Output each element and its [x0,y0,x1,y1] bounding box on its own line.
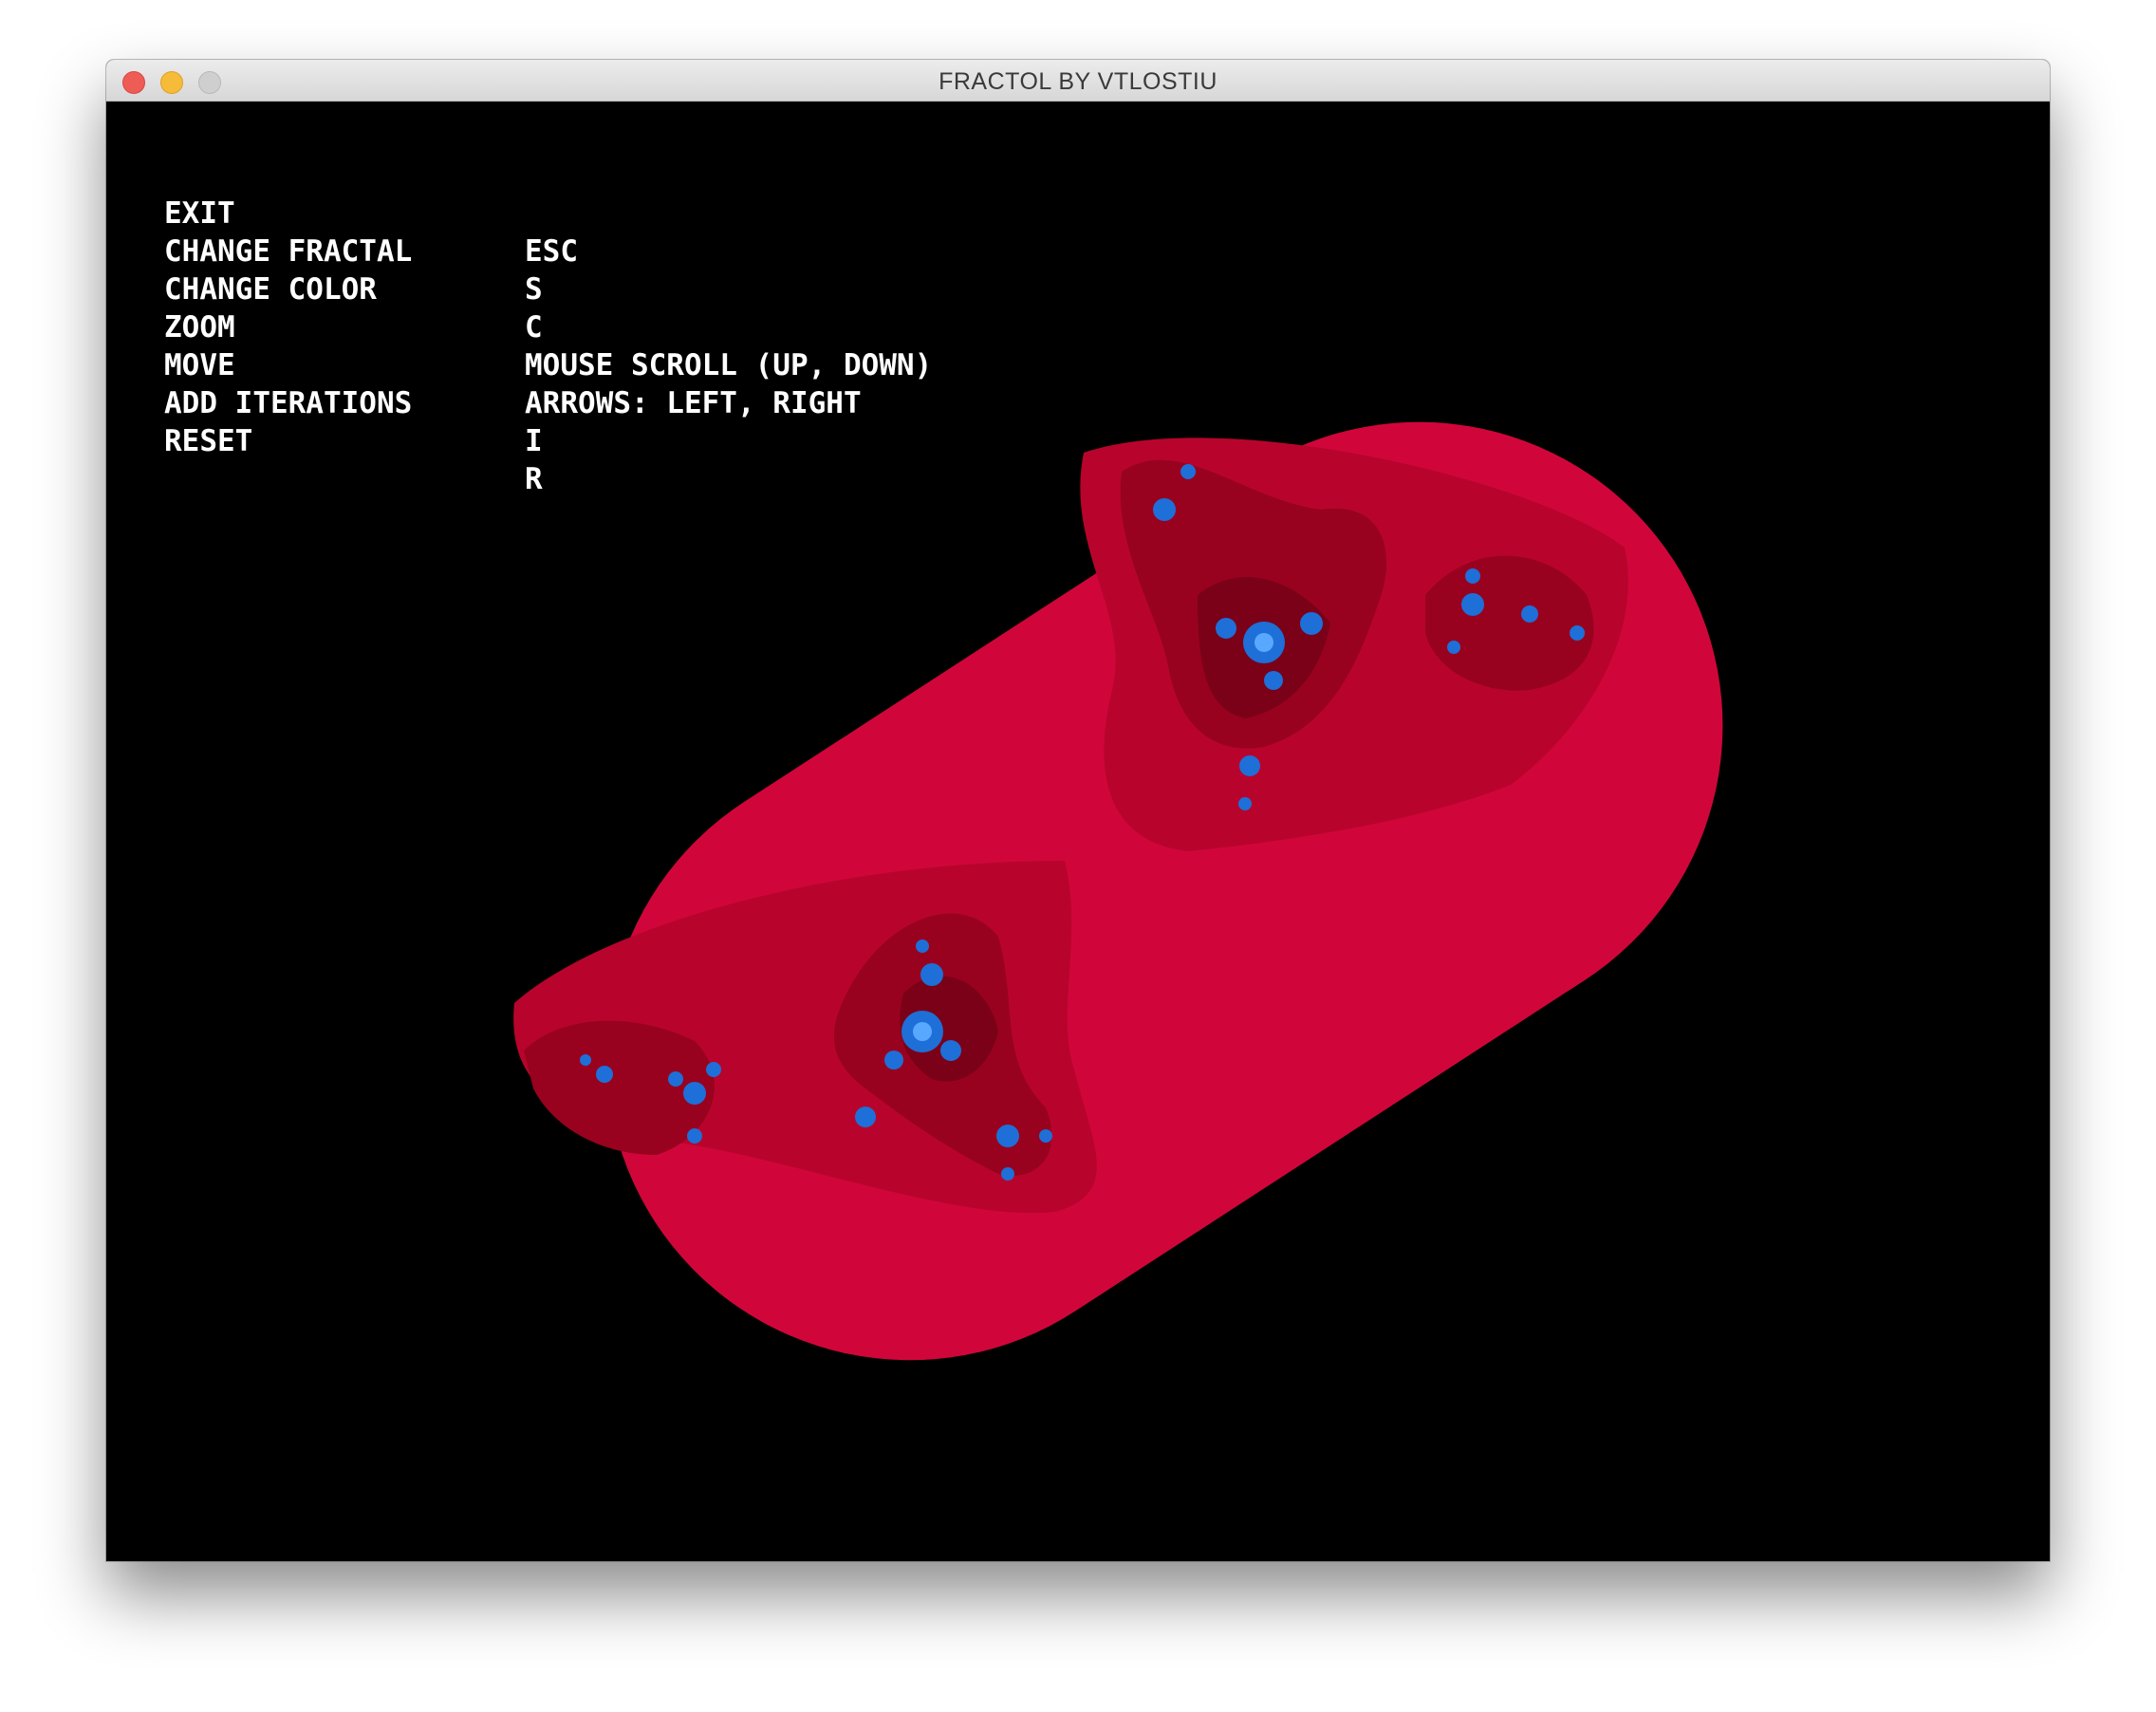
help-row-change-fractal: CHANGE FRACTAL S [164,195,543,307]
title-bar[interactable]: FRACTOL BY VTLOSTIU [106,60,2050,102]
help-key: I [525,424,543,458]
help-key: ESC [525,234,578,269]
help-key: S [525,272,543,307]
fractal-canvas[interactable]: EXIT ESC CHANGE FRACTAL S CHANGE COLOR C… [106,102,2050,1561]
window-title: FRACTOL BY VTLOSTIU [939,68,1217,95]
help-row-move: MOVE ARROWS: LEFT, RIGHT [164,308,862,420]
help-key: MOUSE SCROLL (UP, DOWN) [525,348,933,382]
fractal-render [513,421,1723,1361]
help-key: C [525,310,543,344]
help-row-change-color: CHANGE COLOR C [164,233,543,344]
help-panel: EXIT ESC CHANGE FRACTAL S CHANGE COLOR C… [164,157,932,496]
help-row-zoom: ZOOM MOUSE SCROLL (UP, DOWN) [164,270,932,382]
help-row-reset: RESET R [164,384,543,496]
app-window: FRACTOL BY VTLOSTIU EXIT ESC CHANGE FRAC… [106,60,2050,1561]
help-key: R [525,462,543,496]
help-row-exit: EXIT ESC [164,157,578,269]
help-action: RESET [164,424,253,458]
desktop: FRACTOL BY VTLOSTIU EXIT ESC CHANGE FRAC… [0,0,2156,1712]
help-row-add-iterations: ADD ITERATIONS I [164,346,543,458]
help-key: ARROWS: LEFT, RIGHT [525,386,862,420]
